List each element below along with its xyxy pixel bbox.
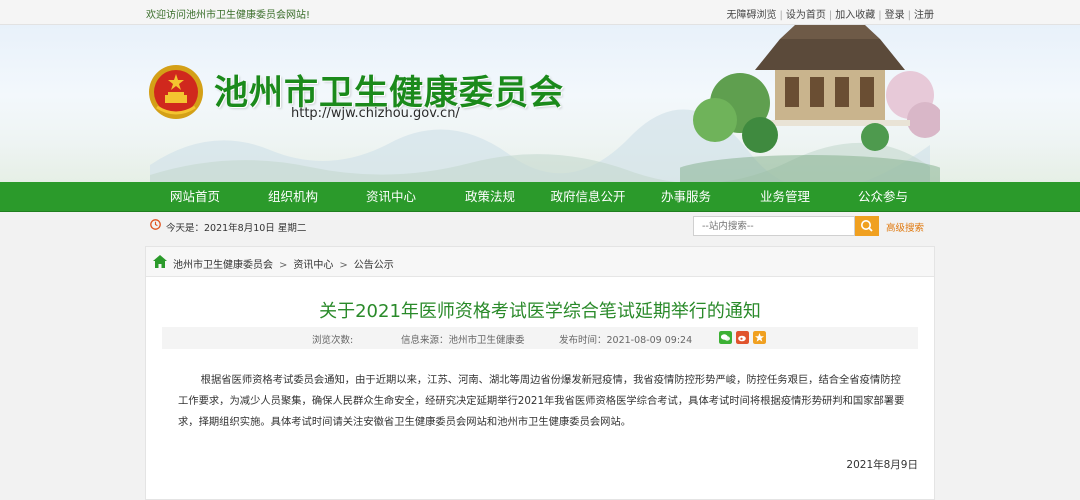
- breadcrumb: 池州市卫生健康委员会 > 资讯中心 > 公告公示: [146, 247, 934, 277]
- nav-item-news-center[interactable]: 资讯中心: [342, 182, 440, 212]
- publish-time: 发布时间：2021-08-09 09:24: [559, 335, 693, 346]
- main-nav: 网站首页 组织机构 资讯中心 政策法规 政府信息公开 办事服务 业务管理 公众参…: [0, 182, 1080, 212]
- accessibility-link[interactable]: 无障碍浏览: [727, 10, 777, 21]
- favorite-icon[interactable]: [753, 331, 766, 344]
- date-search-row: 今天是：2021年8月10日 星期二 高级搜索: [0, 212, 1080, 240]
- clock-icon: [150, 219, 161, 230]
- breadcrumb-home[interactable]: 池州市卫生健康委员会: [173, 260, 273, 271]
- nav-item-participation[interactable]: 公众参与: [834, 182, 932, 212]
- nav-item-business[interactable]: 业务管理: [736, 182, 834, 212]
- home-icon: [153, 255, 167, 268]
- site-search-input[interactable]: [693, 216, 855, 236]
- login-link[interactable]: 登录: [885, 10, 905, 21]
- article-card: 池州市卫生健康委员会 > 资讯中心 > 公告公示 关于2021年医师资格考试医学综合笔试…: [145, 246, 935, 500]
- separator: |: [828, 10, 833, 21]
- register-link[interactable]: 注册: [914, 10, 934, 21]
- top-links: 无障碍浏览 | 设为首页 | 加入收藏 | 登录 | 注册: [727, 6, 935, 21]
- nav-item-gov-info[interactable]: 政府信息公开: [539, 182, 637, 212]
- article-meta: 浏览次数: 信息来源：池州市卫生健康委 发布时间：2021-08-09 09:2…: [162, 327, 918, 349]
- pavilion-illustration: [680, 25, 940, 182]
- article-source: 信息来源：池州市卫生健康委: [401, 335, 525, 346]
- site-url: http://wjw.chizhou.gov.cn/: [291, 106, 460, 121]
- search-button[interactable]: [855, 216, 879, 236]
- separator: |: [907, 10, 911, 21]
- set-homepage-link[interactable]: 设为首页: [786, 10, 826, 21]
- breadcrumb-trail: 池州市卫生健康委员会 > 资讯中心 > 公告公示: [173, 256, 394, 271]
- wechat-icon[interactable]: [719, 331, 732, 344]
- sign-date: 2021年8月9日: [846, 459, 918, 471]
- article-title: 关于2021年医师资格考试医学综合笔试延期举行的通知: [319, 301, 761, 322]
- nav-item-home[interactable]: 网站首页: [146, 182, 244, 212]
- article-body: 根据省医师资格考试委员会通知，由于近期以来，江苏、河南、湖北等周边省份爆发新冠疫…: [178, 374, 905, 428]
- today-date: 今天是：2021年8月10日 星期二: [166, 223, 307, 234]
- advanced-search-link[interactable]: 高级搜索: [886, 220, 924, 234]
- national-emblem-icon: [149, 65, 203, 119]
- nav-item-services[interactable]: 办事服务: [637, 182, 735, 212]
- breadcrumb-announcements[interactable]: 公告公示: [354, 260, 394, 271]
- nav-item-policies[interactable]: 政策法规: [441, 182, 539, 212]
- separator: |: [878, 10, 882, 21]
- breadcrumb-separator: >: [279, 260, 288, 271]
- site-banner: 池州市卫生健康委员会 http://wjw.chizhou.gov.cn/: [0, 25, 1080, 182]
- breadcrumb-news-center[interactable]: 资讯中心: [293, 260, 333, 271]
- breadcrumb-separator: >: [339, 260, 348, 271]
- search-icon: [861, 220, 873, 232]
- weibo-icon[interactable]: [736, 331, 749, 344]
- nav-item-organization[interactable]: 组织机构: [244, 182, 342, 212]
- welcome-text: 欢迎访问池州市卫生健康委员会网站!: [146, 10, 311, 21]
- view-count-label: 浏览次数:: [312, 335, 354, 346]
- add-favorite-link[interactable]: 加入收藏: [835, 10, 875, 21]
- top-bar: 欢迎访问池州市卫生健康委员会网站! 无障碍浏览 | 设为首页 | 加入收藏 | 登录 | 注册: [0, 0, 1080, 25]
- separator: |: [779, 10, 783, 21]
